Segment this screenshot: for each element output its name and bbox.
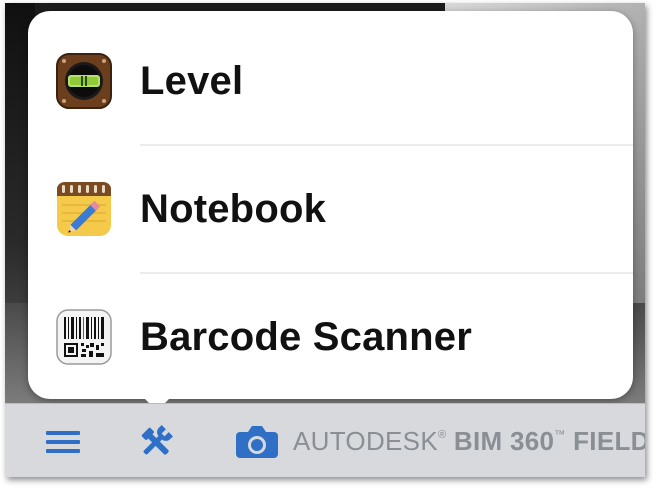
tools-button[interactable] <box>136 422 176 462</box>
brand-wordmark: AUTODESK® BIM 360™ FIELD <box>293 426 645 457</box>
barcode-scanner-app-icon <box>56 309 112 365</box>
menu-item-notebook[interactable]: Notebook <box>28 145 633 273</box>
camera-icon <box>236 426 278 458</box>
menu-item-label: Level <box>140 58 244 103</box>
brand-suffix: FIELD <box>573 426 645 456</box>
brand-company: AUTODESK <box>293 426 438 456</box>
bottom-toolbar: AUTODESK® BIM 360™ FIELD <box>5 403 645 477</box>
notebook-app-icon <box>57 182 111 236</box>
hamburger-menu-icon <box>46 431 80 453</box>
tools-popover-menu: Level Notebook Barcode Scanner <box>28 11 633 399</box>
menu-item-label: Barcode Scanner <box>140 314 473 359</box>
menu-item-label: Notebook <box>140 186 327 231</box>
menu-item-level[interactable]: Level <box>28 17 633 145</box>
camera-button[interactable] <box>234 422 280 462</box>
trademark-mark: ™ <box>554 429 566 441</box>
hamburger-menu-button[interactable] <box>43 422 83 462</box>
brand-product: BIM 360 <box>453 426 555 456</box>
tools-icon <box>141 425 173 455</box>
level-app-icon <box>56 53 112 109</box>
registered-mark: ® <box>437 429 447 441</box>
menu-item-barcode-scanner[interactable]: Barcode Scanner <box>28 273 633 401</box>
screenshot-frame: Level Notebook Barcode Scanner AUTODESK®… <box>5 3 645 477</box>
